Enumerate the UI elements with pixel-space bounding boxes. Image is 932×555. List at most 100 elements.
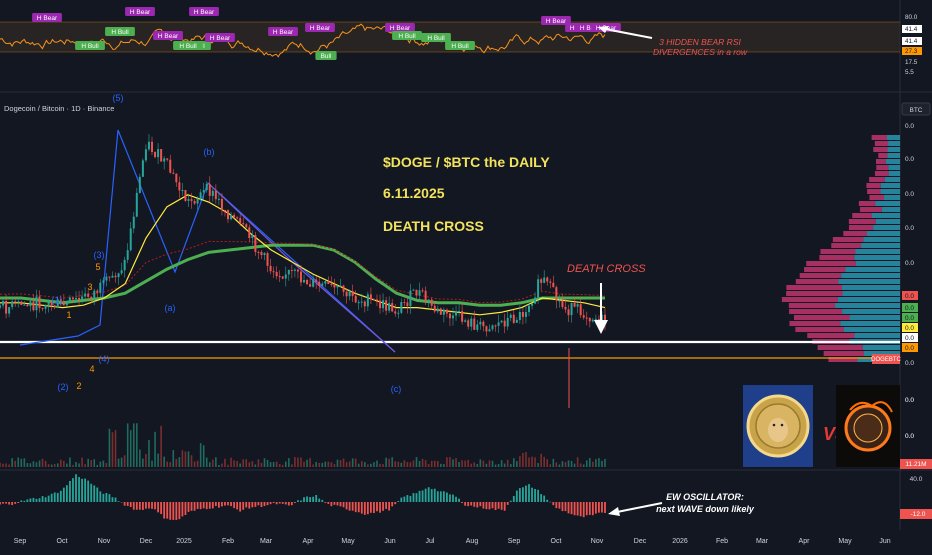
candle-body	[172, 172, 175, 174]
volume-bar	[512, 458, 515, 467]
candle-body	[576, 304, 579, 307]
volume-profile-sell	[876, 159, 886, 164]
candle-body	[512, 314, 515, 323]
candle-body	[242, 223, 245, 225]
candle-body	[567, 309, 570, 316]
volume-profile-sell	[848, 219, 876, 224]
candle-body	[491, 325, 494, 330]
price-axis-label: 0.0	[905, 335, 914, 342]
volume-profile-sell	[786, 291, 843, 296]
divergence-label-text: H Bear	[546, 18, 567, 25]
candle-body	[476, 324, 479, 330]
oscillator-bar	[388, 502, 391, 511]
volume-profile-buy	[840, 321, 900, 326]
candle-body	[521, 312, 524, 317]
volume-bar	[452, 459, 454, 467]
volume-bar	[433, 460, 436, 467]
oscillator-bar	[376, 502, 378, 512]
candle-body	[369, 294, 372, 300]
time-axis-label: Dec	[140, 538, 153, 545]
volume-bar	[300, 457, 302, 467]
volume-bar	[412, 460, 415, 467]
oscillator-bar	[93, 485, 96, 502]
candle-body	[160, 149, 163, 162]
candle-body	[582, 315, 585, 318]
candle-body	[306, 279, 309, 285]
volume-profile-sell	[795, 327, 844, 332]
volume-bar	[132, 423, 135, 467]
volume-bar	[582, 464, 585, 467]
volume-bar	[525, 452, 527, 467]
volume-bar	[339, 460, 342, 467]
volume-profile-sell	[817, 345, 863, 350]
oscillator-bar	[473, 502, 476, 507]
volume-bar	[488, 460, 491, 467]
oscillator-bar	[266, 502, 269, 506]
candle-body	[342, 285, 345, 292]
volume-bar	[75, 462, 77, 467]
oscillator-bar	[418, 490, 421, 502]
oscillator-bar	[458, 498, 460, 502]
divergence-label: H Bear	[125, 7, 155, 16]
volume-bar	[169, 462, 172, 467]
candle-body	[524, 312, 527, 317]
divergence-label: H Bull	[75, 41, 105, 50]
volume-bar	[549, 464, 552, 467]
candle-body	[339, 285, 342, 287]
volume-profile-buy	[862, 345, 900, 350]
volume-profile-buy	[884, 195, 900, 200]
currency-badge[interactable]: BTC	[910, 107, 923, 114]
divergence-label-text: H Bear	[390, 25, 411, 32]
oscillator-bar	[257, 502, 260, 506]
divergence-label: H Bull	[445, 41, 475, 50]
volume-bar	[455, 458, 457, 467]
candle-body	[239, 218, 242, 224]
oscillator-bar	[135, 502, 138, 510]
volume-profile-buy	[849, 315, 900, 320]
candle-body	[220, 198, 223, 211]
volume-bar	[272, 462, 275, 467]
candle-body	[354, 295, 357, 303]
oscillator-bar	[333, 502, 336, 505]
volume-bar	[157, 453, 159, 467]
candle-body	[403, 302, 406, 304]
time-axis-label: Oct	[57, 538, 68, 545]
candle-body	[318, 281, 321, 286]
wave-label: (2)	[58, 382, 69, 392]
oscillator-bar	[400, 497, 403, 502]
volume-profile-sell	[795, 279, 839, 284]
candle-body	[20, 301, 23, 306]
volume-bar	[303, 461, 305, 467]
volume-bar	[284, 461, 287, 467]
volume-bar	[117, 458, 120, 467]
oscillator-bar	[114, 497, 117, 502]
candle-body	[78, 297, 81, 300]
candle-body	[217, 198, 220, 200]
osc-note-2: next WAVE down likely	[656, 504, 755, 514]
oscillator-bar	[321, 499, 324, 502]
oscillator-bar	[111, 497, 114, 502]
candle-body	[260, 251, 263, 256]
candle-body	[448, 313, 451, 319]
volume-bar	[370, 463, 372, 467]
divergence-label-text: H Bear	[273, 29, 294, 36]
volume-bar	[522, 452, 524, 467]
oscillator-bar	[500, 502, 503, 510]
oscillator-bar	[69, 480, 71, 502]
volume-bar	[449, 457, 451, 467]
volume-bar	[424, 460, 427, 467]
oscillator-bar	[254, 502, 257, 507]
oscillator-bar	[205, 502, 208, 510]
divergence-label: H Bull	[173, 41, 203, 50]
oscillator-bar	[476, 502, 479, 508]
candle-body	[223, 210, 226, 212]
volume-bar	[357, 463, 360, 467]
oscillator-bar	[449, 494, 451, 502]
candle-body	[290, 269, 293, 271]
volume-profile-buy	[887, 147, 900, 152]
volume-profile-buy	[842, 285, 900, 290]
candle-body	[151, 141, 154, 152]
oscillator-bar	[293, 502, 296, 503]
oscillator-bar	[187, 502, 190, 512]
volume-bar	[573, 463, 576, 467]
